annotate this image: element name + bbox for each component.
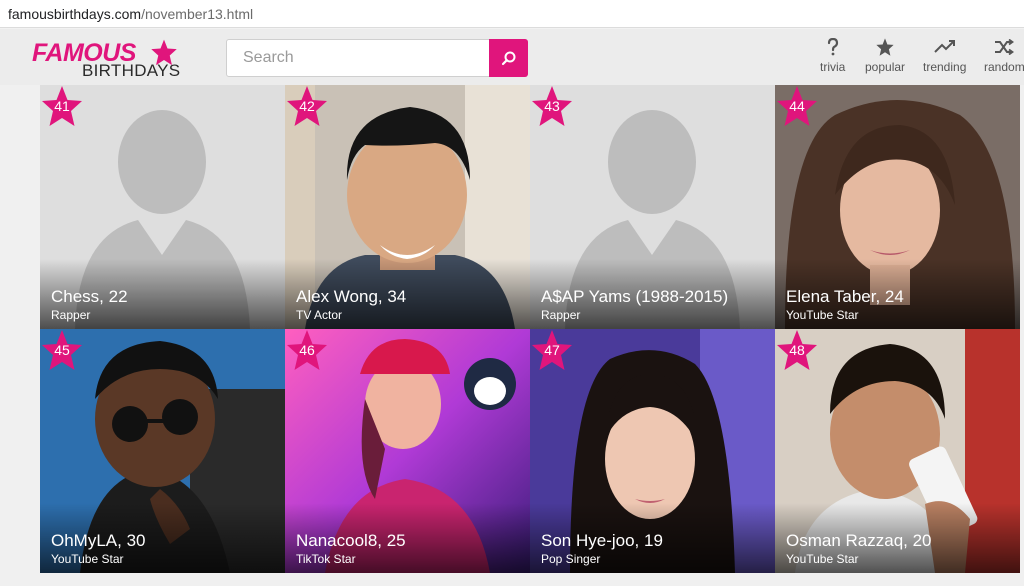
rank-badge: 44	[775, 85, 819, 129]
celebrity-tile[interactable]: Alex Wong, 34 TV Actor 42	[285, 85, 530, 329]
nav-label: trivia	[820, 60, 846, 74]
celebrity-profession: TV Actor	[296, 308, 343, 322]
question-icon	[826, 37, 840, 57]
celebrity-profession: YouTube Star	[786, 308, 859, 322]
rank-number: 48	[789, 342, 805, 358]
celebrity-tile[interactable]: Son Hye-joo, 19 Pop Singer 47	[530, 329, 775, 573]
celebrity-name[interactable]: Chess, 22	[51, 287, 128, 307]
celebrity-name[interactable]: A$AP Yams (1988-2015)	[541, 287, 728, 307]
site-header: FAMOUS BIRTHDAYS trivia popular	[0, 29, 1024, 85]
celebrity-tile[interactable]: Elena Taber, 24 YouTube Star 44	[775, 85, 1020, 329]
celebrity-tile[interactable]: Nanacool8, 25 TikTok Star 46	[285, 329, 530, 573]
search-icon	[501, 51, 515, 66]
rank-badge: 41	[40, 85, 84, 129]
rank-badge: 43	[530, 85, 574, 129]
celebrity-profession: Rapper	[51, 308, 91, 322]
nav-label: random	[984, 60, 1024, 74]
rank-badge: 45	[40, 329, 84, 373]
url-path: /november13.html	[141, 6, 254, 22]
celebrity-profession: YouTube Star	[51, 552, 124, 566]
celebrity-name[interactable]: OhMyLA, 30	[51, 531, 146, 551]
celebrity-name[interactable]: Osman Razzaq, 20	[786, 531, 932, 551]
celebrity-profession: TikTok Star	[296, 552, 356, 566]
rank-number: 41	[54, 98, 70, 114]
rank-badge: 48	[775, 329, 819, 373]
nav-trending[interactable]: trending	[923, 37, 966, 74]
celebrity-grid: Chess, 22 Rapper 41 Alex Wong, 34 TV Act…	[40, 85, 1020, 573]
celebrity-name[interactable]: Son Hye-joo, 19	[541, 531, 663, 551]
celebrity-name[interactable]: Alex Wong, 34	[296, 287, 406, 307]
celebrity-name[interactable]: Elena Taber, 24	[786, 287, 904, 307]
rank-number: 46	[299, 342, 315, 358]
nav-label: trending	[923, 60, 967, 74]
nav-random[interactable]: random	[984, 37, 1024, 74]
logo-birthdays-text: BIRTHDAYS	[82, 61, 181, 80]
celebrity-tile[interactable]: OhMyLA, 30 YouTube Star 45	[40, 329, 285, 573]
url-text[interactable]: famousbirthdays.com/november13.html	[8, 6, 253, 22]
rank-number: 42	[299, 98, 315, 114]
trending-icon	[933, 37, 956, 57]
rank-number: 44	[789, 98, 805, 114]
browser-address-bar[interactable]: famousbirthdays.com/november13.html	[0, 0, 1024, 28]
celebrity-profession: Rapper	[541, 308, 581, 322]
celebrity-tile[interactable]: Osman Razzaq, 20 YouTube Star 48	[775, 329, 1020, 573]
celebrity-profession: YouTube Star	[786, 552, 859, 566]
rank-badge: 47	[530, 329, 574, 373]
search-input[interactable]	[228, 41, 488, 75]
search-box	[226, 39, 528, 77]
nav-popular[interactable]: popular	[865, 37, 905, 74]
shuffle-icon	[994, 37, 1015, 57]
rank-badge: 46	[285, 329, 329, 373]
nav-trivia[interactable]: trivia	[820, 37, 845, 74]
nav-label: popular	[865, 60, 906, 74]
rank-badge: 42	[285, 85, 329, 129]
celebrity-tile[interactable]: A$AP Yams (1988-2015) Rapper 43	[530, 85, 775, 329]
page: Chess, 22 Rapper 41 Alex Wong, 34 TV Act…	[0, 29, 1024, 586]
celebrity-name[interactable]: Nanacool8, 25	[296, 531, 406, 551]
search-button[interactable]	[489, 39, 528, 77]
celebrity-tile[interactable]: Chess, 22 Rapper 41	[40, 85, 285, 329]
site-logo[interactable]: FAMOUS BIRTHDAYS	[32, 39, 182, 80]
star-icon	[875, 37, 895, 57]
rank-number: 47	[544, 342, 560, 358]
rank-number: 43	[544, 98, 560, 114]
celebrity-profession: Pop Singer	[541, 552, 601, 566]
rank-number: 45	[54, 342, 70, 358]
url-domain: famousbirthdays.com	[8, 6, 142, 22]
